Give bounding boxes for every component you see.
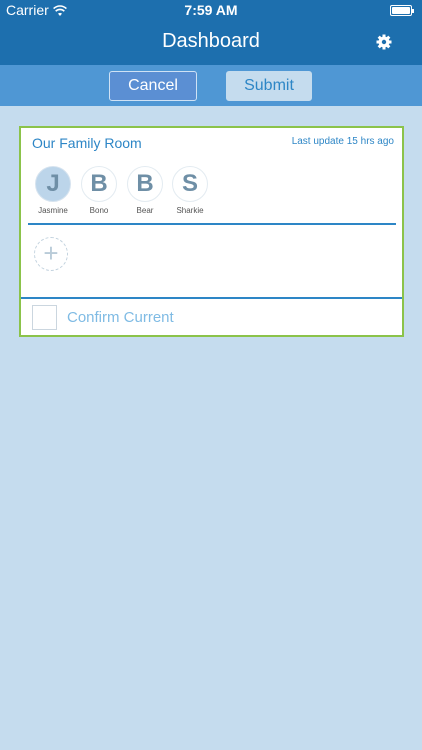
avatar: J: [35, 166, 71, 202]
confirm-checkbox[interactable]: [32, 305, 57, 330]
page-title: Dashboard: [162, 30, 260, 52]
member-bono[interactable]: B Bono: [79, 166, 119, 215]
add-member-button[interactable]: +: [34, 237, 68, 271]
cancel-button[interactable]: Cancel: [109, 71, 197, 101]
action-bar: Cancel Submit: [0, 65, 422, 106]
last-update: Last update 15 hrs ago: [291, 136, 394, 147]
avatar: S: [172, 166, 208, 202]
gear-icon: [376, 34, 392, 50]
settings-button[interactable]: [374, 32, 394, 52]
divider: [28, 223, 396, 225]
room-title: Our Family Room: [32, 135, 142, 151]
member-name: Jasmine: [38, 206, 68, 215]
member-sharkie[interactable]: S Sharkie: [170, 166, 210, 215]
avatar: B: [81, 166, 117, 202]
divider: [21, 297, 402, 299]
member-bear[interactable]: B Bear: [125, 166, 165, 215]
battery-icon: [390, 5, 414, 16]
member-name: Bono: [89, 206, 109, 215]
submit-button[interactable]: Submit: [226, 71, 312, 101]
member-name: Sharkie: [176, 206, 204, 215]
confirm-label: Confirm Current: [67, 309, 174, 326]
battery-level-fill: [392, 7, 410, 14]
clock: 7:59 AM: [184, 2, 238, 18]
member-name: Bear: [136, 206, 154, 215]
status-bar: Carrier 7:59 AM: [0, 0, 422, 20]
plus-icon: +: [43, 238, 59, 268]
room-card: Our Family Room Last update 15 hrs ago J…: [19, 126, 404, 337]
nav-bar: Dashboard: [0, 20, 422, 65]
avatar: B: [127, 166, 163, 202]
member-jasmine[interactable]: J Jasmine: [33, 166, 73, 215]
